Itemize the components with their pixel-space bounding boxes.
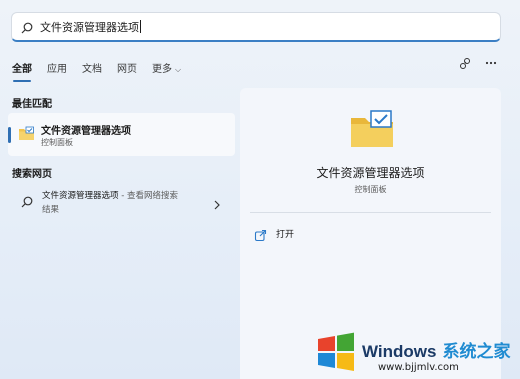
folder-check-icon: [350, 110, 394, 148]
open-external-icon: [254, 227, 267, 241]
text-caret: [140, 20, 141, 33]
tab-more-label: 更多: [152, 63, 172, 75]
watermark-brand: Windows 系统之家: [362, 337, 510, 362]
best-match-item[interactable]: 文件资源管理器选项 控制面板: [8, 113, 235, 156]
web-search-line2: 结果: [42, 205, 60, 215]
tab-documents[interactable]: 文档: [82, 60, 102, 75]
search-input[interactable]: 文件资源管理器选项: [11, 12, 501, 42]
chevron-right-icon: [213, 196, 221, 210]
share-feedback-icon[interactable]: [458, 56, 472, 70]
open-label: 打开: [276, 229, 295, 240]
search-icon: [20, 194, 34, 208]
watermark-url: www.bjjmlv.com: [378, 362, 459, 373]
watermark: Windows 系统之家 www.bjjmlv.com: [316, 319, 516, 377]
best-match-subtitle: 控制面板: [41, 138, 73, 147]
chevron-down-icon: ⌵: [175, 64, 182, 74]
tab-apps[interactable]: 应用: [47, 60, 67, 75]
web-search-text: 文件资源管理器选项 - 查看网络搜索结果: [42, 189, 207, 217]
details-subtitle: 控制面板: [354, 185, 387, 194]
web-search-title: 文件资源管理器选项: [42, 191, 119, 201]
windows-logo-icon: [316, 331, 356, 371]
search-query: 文件资源管理器选项: [40, 20, 139, 34]
more-options-icon[interactable]: [484, 56, 498, 70]
header-actions: [458, 56, 498, 70]
search-icon: [20, 20, 34, 34]
web-search-heading: 搜索网页: [12, 169, 52, 180]
web-search-result[interactable]: 文件资源管理器选项 - 查看网络搜索结果: [8, 186, 235, 220]
tab-web[interactable]: 网页: [117, 60, 137, 75]
folder-check-icon: [18, 126, 35, 141]
best-match-title: 文件资源管理器选项: [41, 126, 131, 137]
divider: [250, 212, 491, 213]
web-search-suffix: - 查看网络搜索: [118, 191, 178, 201]
watermark-brand-en: Windows: [362, 342, 437, 361]
tab-all[interactable]: 全部: [12, 60, 32, 82]
watermark-brand-cn: 系统之家: [442, 342, 511, 361]
best-match-heading: 最佳匹配: [12, 99, 52, 110]
watermark-text: Windows 系统之家 www.bjjmlv.com: [362, 337, 510, 377]
open-button[interactable]: 打开: [254, 225, 294, 241]
details-title: 文件资源管理器选项: [316, 166, 425, 180]
filter-tabs: 全部 应用 文档 网页 更多 ⌵: [12, 59, 196, 82]
tab-more[interactable]: 更多 ⌵: [152, 60, 181, 75]
